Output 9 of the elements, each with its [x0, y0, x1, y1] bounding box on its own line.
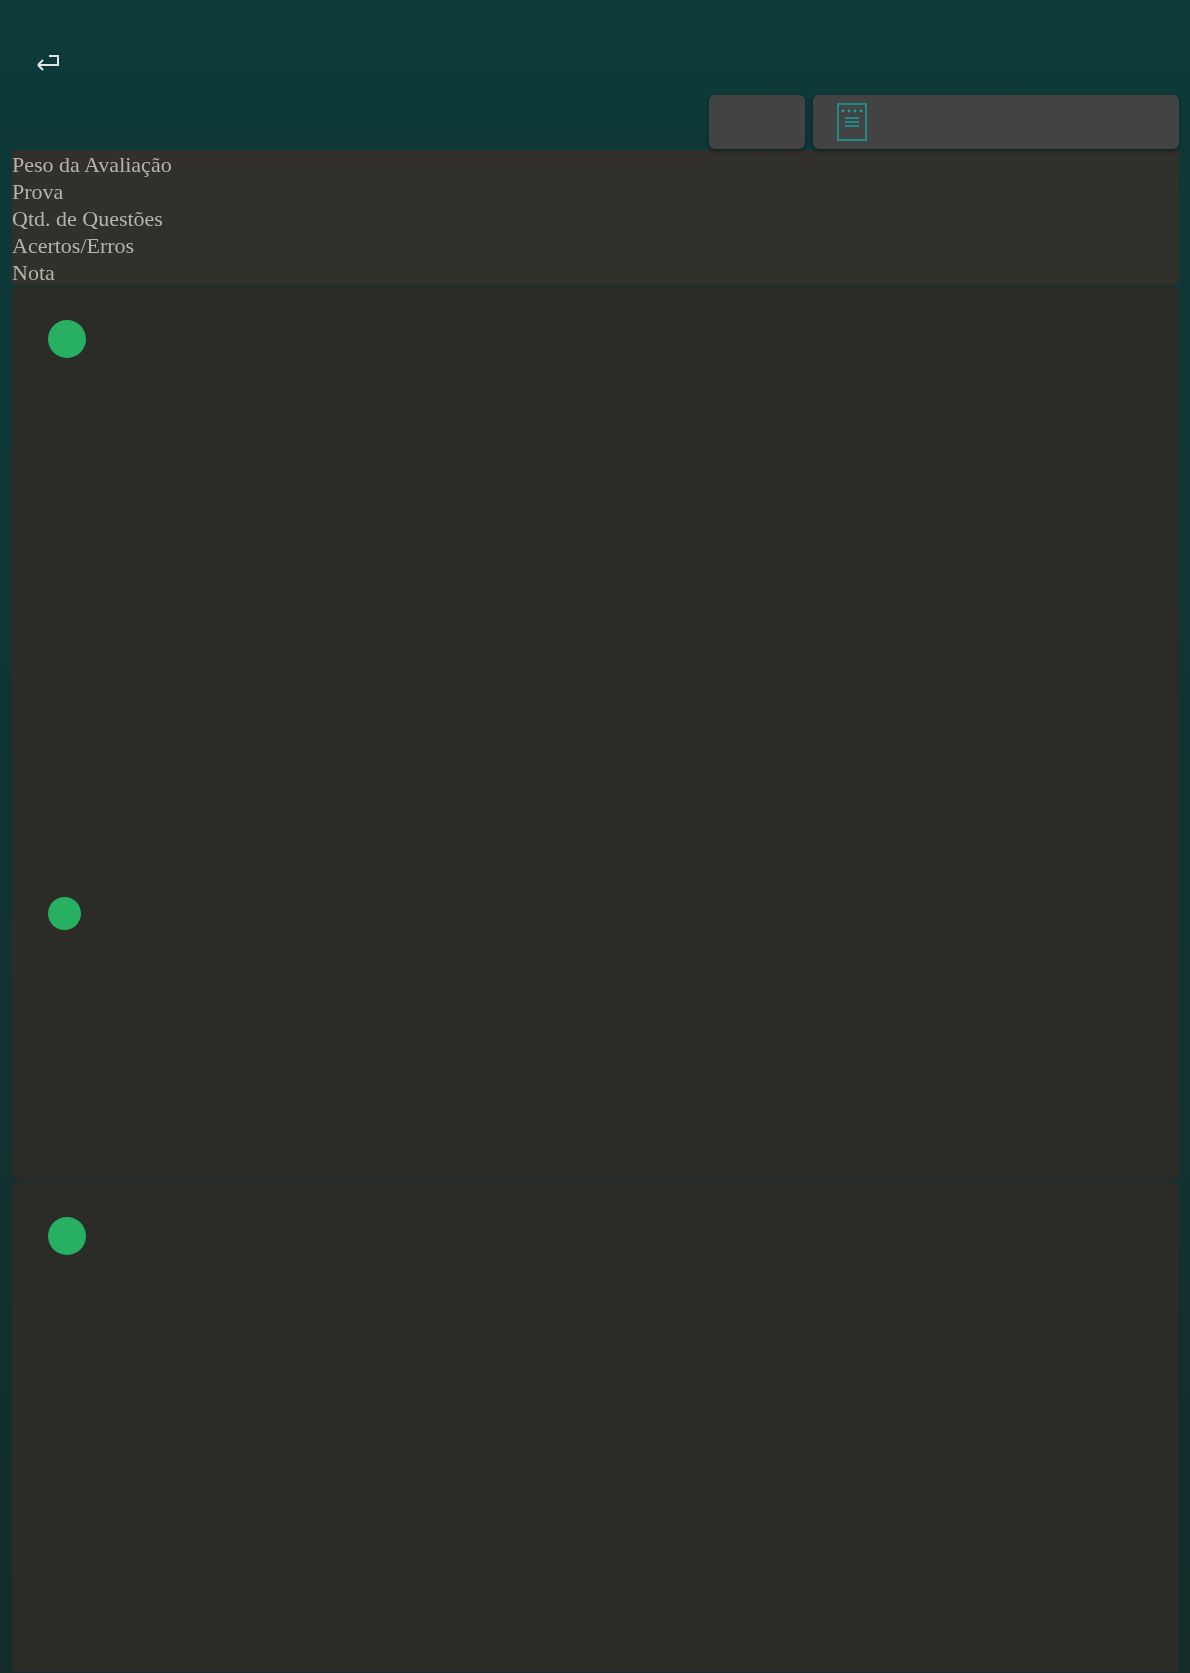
column-label: Peso da Avaliação	[12, 151, 173, 178]
toolbar-button[interactable]	[709, 95, 805, 149]
document-button[interactable]	[813, 95, 1179, 149]
column-label: Prova	[12, 178, 65, 205]
document-icon	[837, 103, 867, 141]
return-icon[interactable]	[34, 52, 62, 72]
column-label: Acertos/Erros	[12, 232, 136, 259]
column-label: Qtd. de Questões	[12, 205, 164, 232]
column-label: Nota	[12, 259, 56, 286]
